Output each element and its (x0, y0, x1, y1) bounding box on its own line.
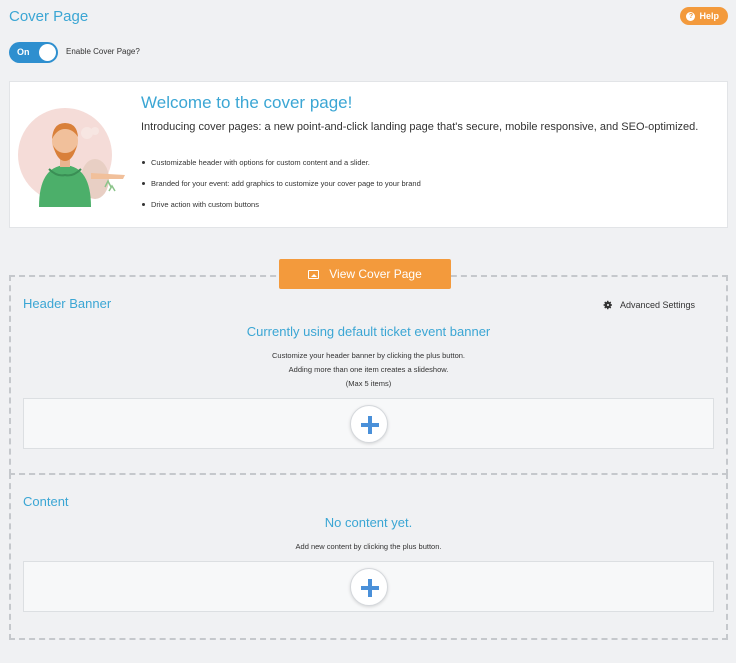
page-title: Cover Page (9, 8, 89, 25)
list-item: Drive action with custom buttons (141, 200, 421, 221)
content-status: No content yet. (324, 515, 413, 530)
welcome-title: Welcome to the cover page! (141, 93, 353, 112)
help-button[interactable]: ? Help (680, 7, 728, 25)
content-section: Content No content yet. Add new content … (9, 473, 728, 640)
plus-icon (360, 578, 379, 597)
content-dropzone (23, 561, 714, 612)
view-cover-page-button[interactable]: View Cover Page (279, 259, 451, 289)
advanced-settings-link[interactable]: Advanced Settings (603, 300, 695, 310)
list-item: Customizable header with options for cus… (141, 158, 421, 179)
content-help: Add new content by clicking the plus but… (295, 542, 442, 551)
header-banner-status: Currently using default ticket event ban… (246, 324, 491, 339)
plus-icon (360, 415, 379, 434)
view-cover-page-label: View Cover Page (329, 267, 422, 281)
header-banner-help-2: Adding more than one item creates a slid… (288, 365, 449, 374)
add-header-item-button[interactable] (349, 404, 388, 443)
welcome-feature-list: Customizable header with options for cus… (141, 158, 421, 221)
header-banner-dropzone (23, 398, 714, 449)
help-circle-icon: ? (686, 11, 696, 21)
welcome-card: Welcome to the cover page! Introducing c… (9, 81, 728, 228)
content-title: Content (23, 494, 69, 509)
header-banner-section: Header Banner Advanced Settings Currentl… (9, 275, 728, 475)
header-banner-help-3: (Max 5 items) (345, 379, 392, 388)
welcome-intro: Introducing cover pages: a new point-and… (141, 121, 699, 133)
header-banner-help-1: Customize your header banner by clicking… (271, 351, 466, 360)
welcome-illustration (17, 107, 132, 207)
gear-icon (603, 300, 612, 310)
list-item: Branded for your event: add graphics to … (141, 179, 421, 200)
image-icon (308, 269, 320, 279)
enable-cover-page-label: Enable Cover Page? (66, 47, 140, 56)
header-banner-title: Header Banner (23, 296, 112, 311)
toggle-knob (39, 44, 56, 61)
enable-cover-page-toggle[interactable]: On (9, 42, 58, 63)
add-content-button[interactable] (349, 567, 388, 606)
advanced-settings-label: Advanced Settings (619, 300, 695, 310)
toggle-state-label: On (17, 47, 30, 57)
help-button-label: Help (699, 11, 719, 21)
